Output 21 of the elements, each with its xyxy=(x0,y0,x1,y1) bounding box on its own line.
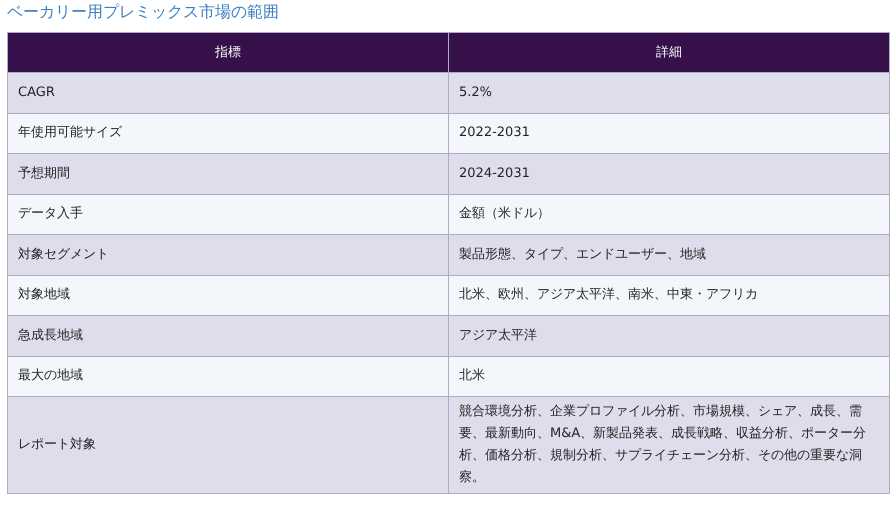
table-cell: 北米 xyxy=(448,356,890,396)
table-cell: 2022-2031 xyxy=(448,113,890,154)
table-cell: データ入手 xyxy=(8,194,448,234)
table-cell: 対象地域 xyxy=(8,275,448,316)
table-cell: CAGR xyxy=(8,72,448,113)
page-title: ベーカリー用プレミックス市場の範囲 xyxy=(7,1,280,23)
table-cell: 5.2% xyxy=(448,72,890,113)
column-header: 指標 xyxy=(8,32,448,72)
table-cell: 2024-2031 xyxy=(448,154,890,194)
table-cell: レポート対象 xyxy=(8,396,448,494)
table-cell: 最大の地域 xyxy=(8,356,448,396)
table-cell: 対象セグメント xyxy=(8,234,448,275)
column-header: 詳細 xyxy=(448,32,890,72)
table-cell: 金額（米ドル） xyxy=(448,194,890,234)
table-cell: アジア太平洋 xyxy=(448,316,890,356)
table-cell: 急成長地域 xyxy=(8,316,448,356)
table-cell: 年使用可能サイズ xyxy=(8,113,448,154)
table-cell: 競合環境分析、企業プロファイル分析、市場規模、シェア、成長、需要、最新動向、M&A、新製品発表、成長戦略、収益分析、ポーター分析、価格分析、規制分析、サプライチェーン分析、その他の重要な洞察。 xyxy=(448,396,890,494)
table-cell: 予想期間 xyxy=(8,154,448,194)
table-cell: 製品形態、タイプ、エンドユーザー、地域 xyxy=(448,234,890,275)
table-cell: 北米、欧州、アジア太平洋、南米、中東・アフリカ xyxy=(448,275,890,316)
